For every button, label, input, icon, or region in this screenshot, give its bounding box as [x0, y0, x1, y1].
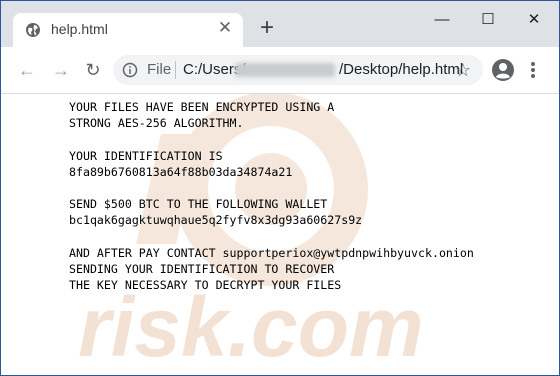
browser-window: help.html ✕ + — ☐ ✕ ← → ↻ File C:/Users/…	[0, 0, 560, 376]
note-line: YOUR IDENTIFICATION IS	[69, 148, 223, 163]
kebab-menu-icon[interactable]	[525, 58, 541, 82]
bookmark-star-icon[interactable]: ☆	[453, 60, 473, 80]
note-line: SEND $500 BTC TO THE FOLLOWING WALLET	[69, 197, 328, 212]
tab-close-icon[interactable]: ✕	[215, 18, 235, 38]
url-suffix: /Desktop/help.html	[339, 61, 464, 78]
note-line: YOUR FILES HAVE BEEN ENCRYPTED USING A	[69, 100, 335, 114]
note-line: AND AFTER PAY CONTACT supportperiox@ywtp…	[69, 245, 474, 260]
tab-title: help.html	[51, 21, 108, 37]
note-line: THE KEY NECESSARY TO DECRYPT YOUR FILES	[69, 278, 342, 293]
address-bar[interactable]: File C:/Users/ /Desktop/help.html ☆	[113, 55, 483, 85]
maximize-button[interactable]: ☐	[465, 1, 511, 39]
account-icon[interactable]	[491, 58, 515, 82]
note-line: bc1qak6gagktuwqhaue5q2fyfv8x3dg93a60627s…	[69, 213, 363, 228]
note-line: STRONG AES-256 ALGORITHM.	[69, 116, 244, 131]
tab-help[interactable]: help.html ✕	[13, 13, 243, 47]
watermark-text: risk.com	[78, 280, 424, 374]
back-button[interactable]: ←	[15, 58, 39, 82]
redacted-username	[235, 63, 335, 77]
globe-icon	[26, 23, 40, 37]
note-gap	[69, 180, 474, 196]
new-tab-button[interactable]: +	[257, 16, 277, 40]
omnibox-divider	[175, 61, 176, 79]
reload-button[interactable]: ↻	[81, 58, 105, 82]
note-gap	[69, 131, 474, 147]
note-line: SENDING YOUR IDENTIFICATION TO RECOVER	[69, 261, 335, 276]
note-line: 8fa89b6760813a64f88b03da34874a21	[69, 164, 293, 179]
note-gap	[69, 229, 474, 245]
page-content: risk.com YOUR FILES HAVE BEEN ENCRYPTED …	[1, 94, 559, 375]
scheme-label: File	[147, 61, 172, 78]
close-window-button[interactable]: ✕	[511, 1, 557, 39]
info-icon[interactable]	[122, 62, 138, 78]
ransom-note: YOUR FILES HAVE BEEN ENCRYPTED USING A S…	[69, 99, 474, 293]
minimize-button[interactable]: —	[419, 1, 465, 39]
tab-strip: help.html ✕ + — ☐ ✕	[1, 1, 559, 47]
browser-toolbar: ← → ↻ File C:/Users/ /Desktop/help.html …	[1, 47, 559, 94]
forward-button[interactable]: →	[49, 58, 73, 82]
